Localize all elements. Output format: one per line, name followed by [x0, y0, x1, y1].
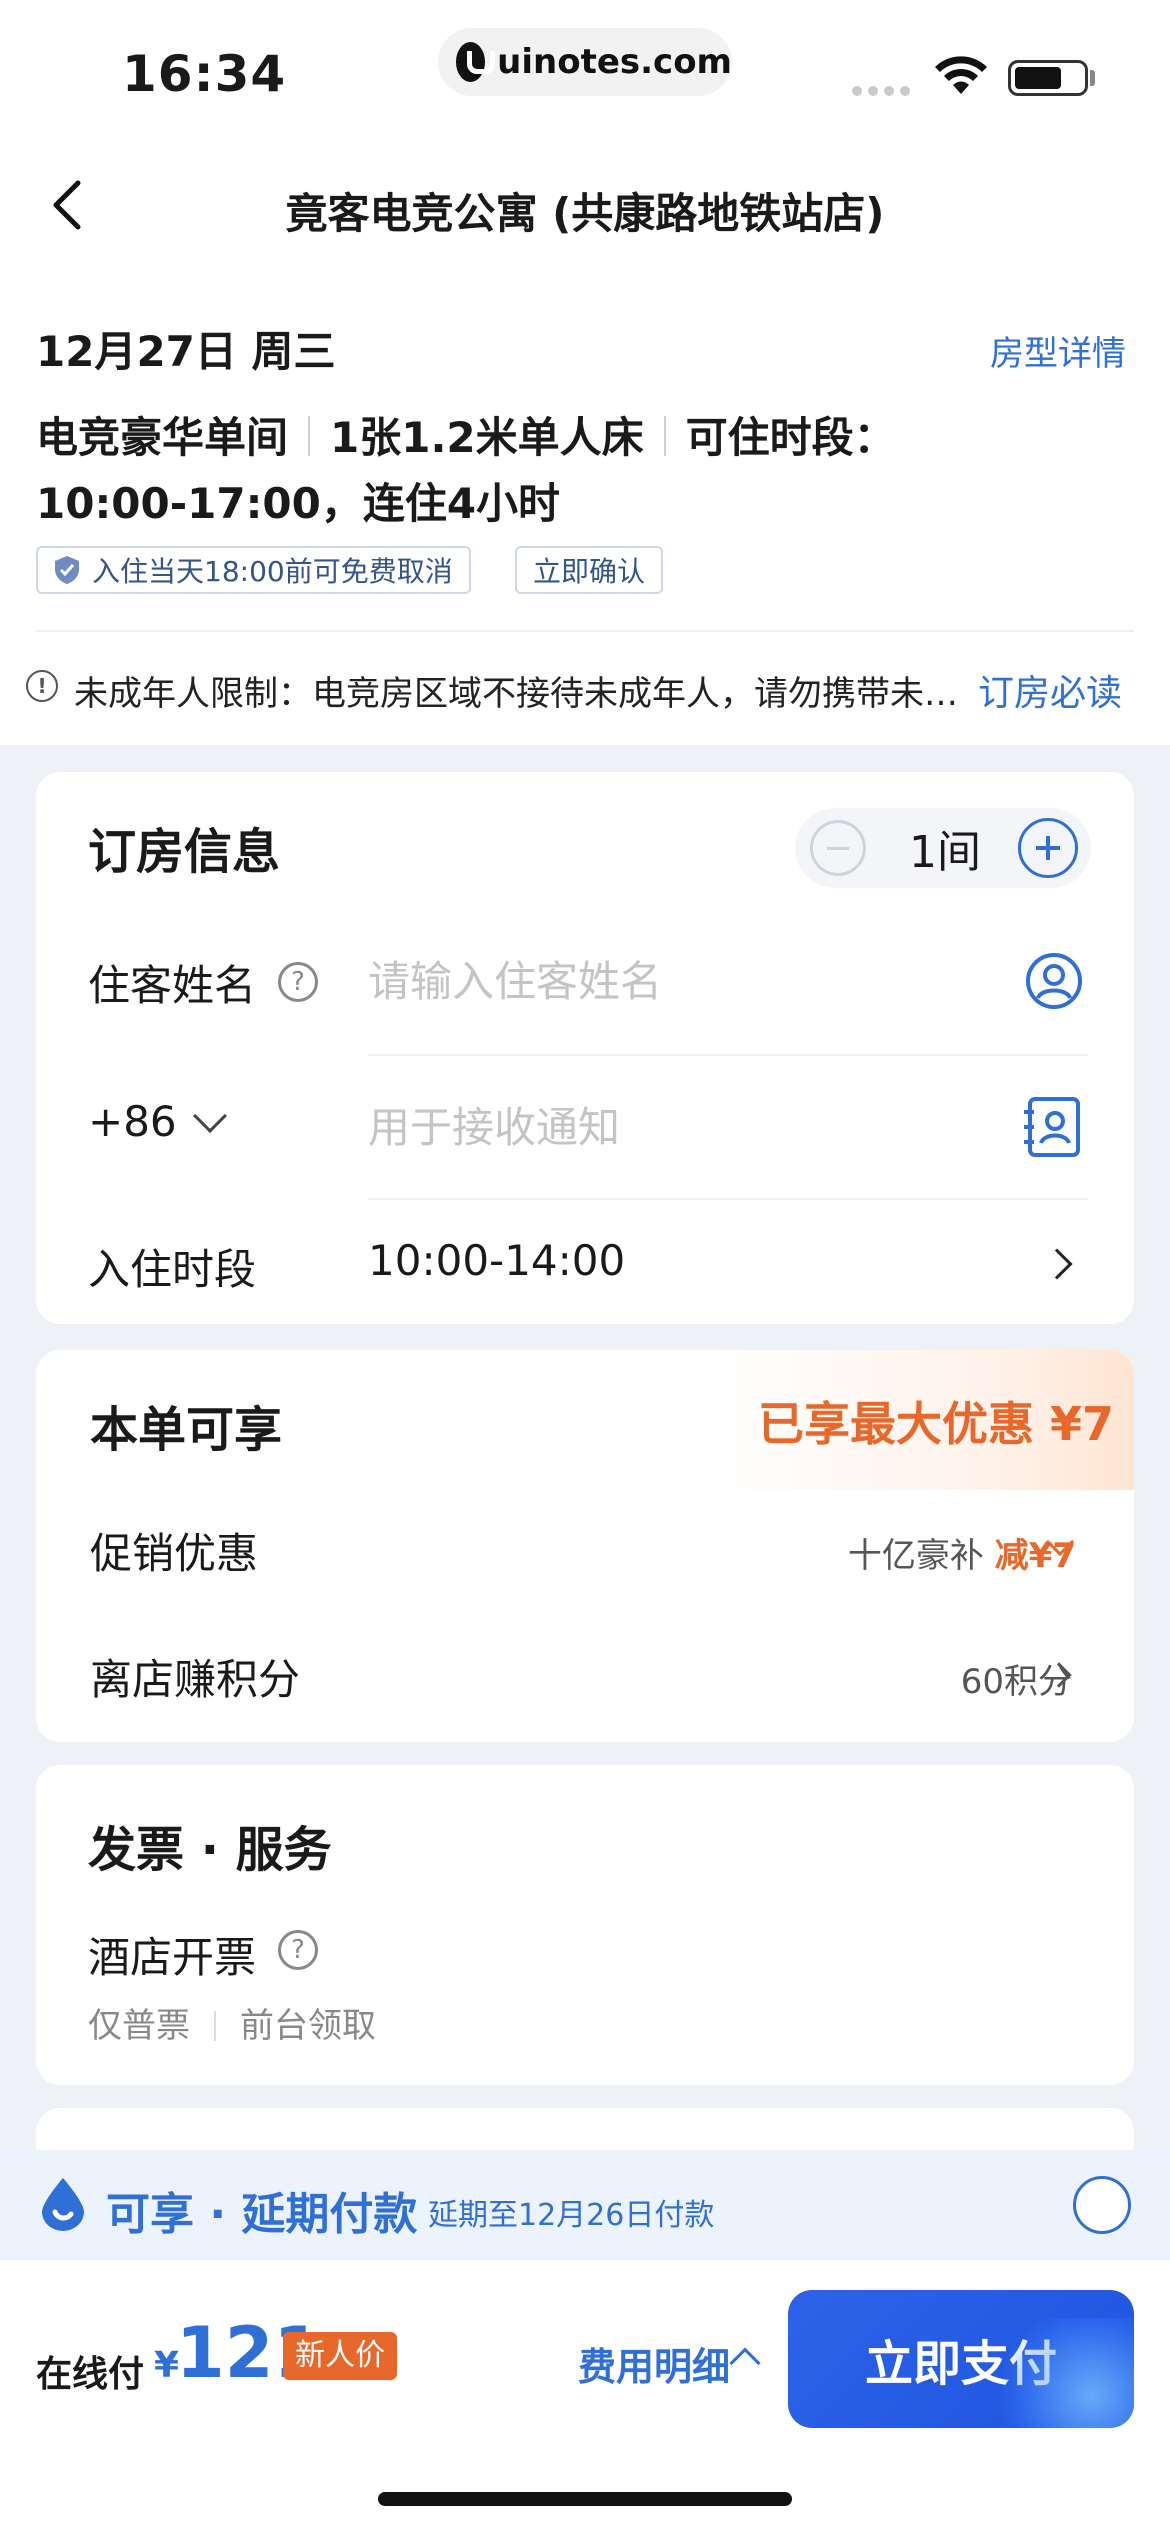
home-indicator[interactable] — [378, 2492, 792, 2506]
free-cancel-tag: 入住当天18:00前可免费取消 — [36, 546, 471, 594]
invoice-option-frontdesk: 前台领取 — [240, 2006, 376, 2046]
promo-label: 促销优惠 — [90, 1529, 259, 1578]
divider — [36, 630, 1134, 632]
help-icon[interactable]: ? — [278, 1930, 318, 1970]
online-pay-label: 在线付 — [36, 2354, 145, 2395]
country-code[interactable]: +86 — [88, 1097, 177, 1146]
booking-notice-link[interactable]: 订房必读 — [978, 664, 1122, 716]
guest-name-label: 住客姓名 — [88, 961, 257, 1010]
invoice-option-normal: 仅普票 — [88, 2006, 190, 2046]
battery-tip — [1090, 70, 1095, 86]
max-discount: 已享最大优惠 ¥7 — [757, 1397, 1114, 1451]
water-drop-icon — [42, 2178, 84, 2231]
checkin-value[interactable]: 10:00-14:00 — [368, 1236, 625, 1285]
shield-check-icon — [55, 556, 79, 584]
info-icon: ! — [26, 670, 58, 702]
minor-restriction-notice: 未成年人限制：电竞房区域不接待未成年人，请勿携带未成年人入住 — [74, 674, 964, 714]
booking-card-title: 订房信息 — [88, 824, 281, 880]
stay-date: 12月27日 周三 — [36, 327, 336, 376]
room-period-value: 10:00-17:00，连住4小时 — [36, 479, 561, 528]
row-divider — [368, 1054, 1088, 1056]
room-detail-link[interactable]: 房型详情 — [990, 326, 1126, 375]
url-text: uinotes.com — [497, 42, 732, 82]
room-spec: 电竞豪华单间 1张1.2米单人床 可住时段： 10:00-17:00，连住4小时 — [36, 405, 1136, 537]
cellular-signal-icon — [852, 86, 910, 96]
promo-value[interactable]: 十亿豪补 减¥7 — [848, 1528, 1076, 1577]
help-icon[interactable]: ? — [278, 962, 318, 1002]
new-user-price-badge: 新人价 — [283, 2332, 397, 2380]
points-label: 离店赚积分 — [90, 1655, 301, 1704]
site-logo-icon — [456, 42, 496, 82]
invoice-card-title: 发票 · 服务 — [88, 1822, 332, 1878]
promo-name: 十亿豪补 — [847, 1536, 984, 1576]
fee-detail-link[interactable]: 费用明细 — [578, 2336, 730, 2391]
status-time: 16:34 — [122, 45, 287, 103]
phone-input[interactable] — [368, 1092, 988, 1162]
page-title: 竟客电竞公寓 (共康路地铁站店) — [285, 189, 885, 238]
room-count: 1间 — [909, 827, 981, 878]
url-pill[interactable]: uinotes.com — [438, 28, 732, 96]
pay-now-button[interactable]: 立即支付 — [788, 2290, 1134, 2428]
button-decoration — [994, 2318, 1134, 2428]
discount-card-title: 本单可享 — [90, 1402, 283, 1458]
checkin-label: 入住时段 — [88, 1245, 257, 1294]
deferred-payment-subtitle: 延期至12月26日付款 — [428, 2198, 715, 2233]
increase-room-button[interactable] — [1018, 818, 1078, 878]
instant-confirm-tag: 立即确认 — [515, 546, 664, 594]
room-bed: 1张1.2米单人床 — [330, 413, 644, 462]
invoice-options: 仅普票 前台领取 — [88, 1998, 376, 2047]
deferred-payment-radio[interactable] — [1073, 2176, 1131, 2234]
room-type: 电竞豪华单间 — [36, 413, 289, 462]
row-divider — [368, 1198, 1088, 1200]
room-period-label: 可住时段： — [685, 413, 896, 462]
address-book-icon[interactable] — [1022, 1096, 1082, 1158]
battery-icon — [1008, 60, 1088, 96]
wifi-icon — [935, 56, 987, 94]
hotel-invoice-label: 酒店开票 — [88, 1933, 257, 1982]
contact-person-icon[interactable] — [1025, 952, 1083, 1010]
deferred-payment-title: 可享 · 延期付款 — [106, 2189, 418, 2240]
decrease-room-button[interactable] — [810, 820, 866, 876]
guest-name-input[interactable] — [368, 946, 988, 1016]
